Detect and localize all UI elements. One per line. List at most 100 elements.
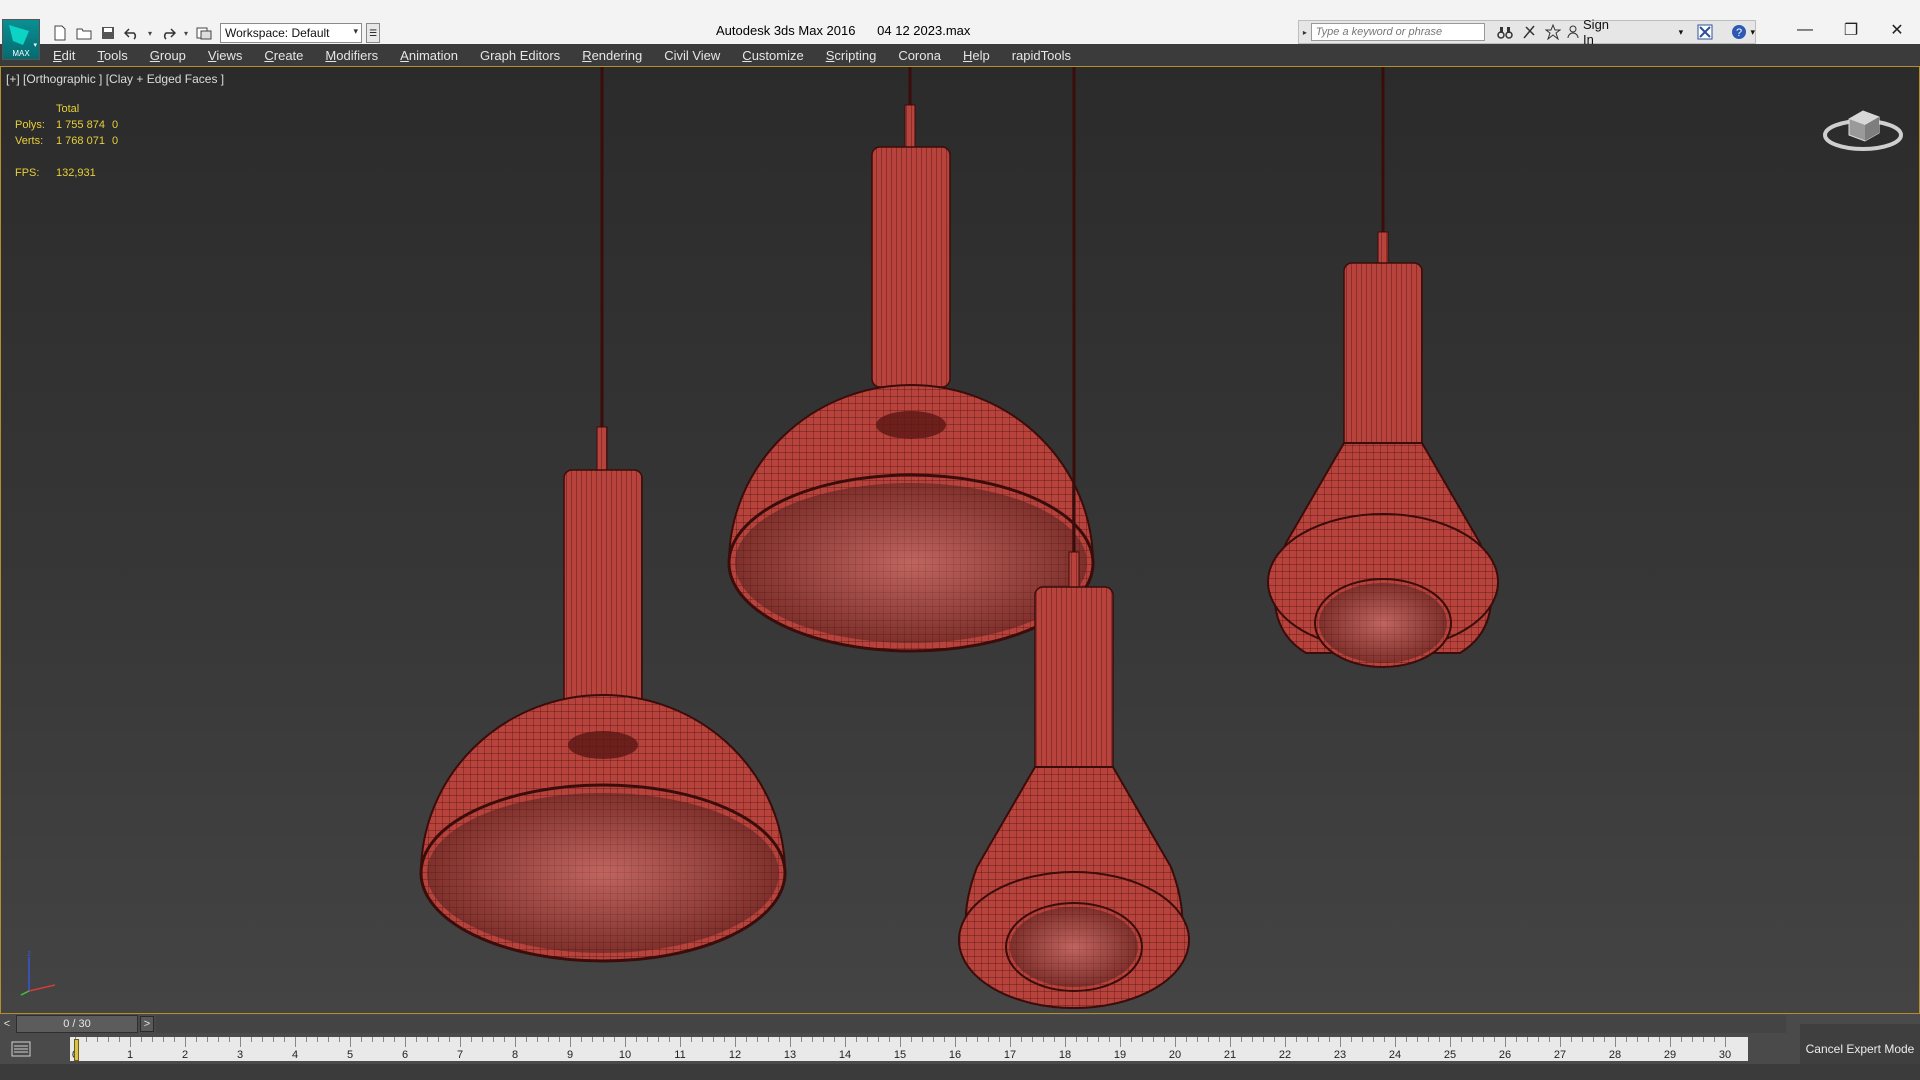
ruler-tick bbox=[1010, 1037, 1011, 1047]
ruler-tick bbox=[1252, 1037, 1253, 1042]
menu-corona[interactable]: Corona bbox=[898, 48, 941, 63]
help-dropdown-icon[interactable]: ▾ bbox=[1750, 27, 1755, 38]
save-button[interactable] bbox=[98, 23, 118, 43]
ruler-tick bbox=[284, 1037, 285, 1042]
time-slider-track[interactable] bbox=[156, 1015, 1786, 1033]
open-mini-curve-editor-button[interactable] bbox=[10, 1039, 32, 1059]
ruler-tick bbox=[493, 1037, 494, 1042]
dome-lamp-left[interactable] bbox=[419, 67, 787, 963]
ruler-tick bbox=[1076, 1037, 1077, 1042]
sign-in-label: Sign In bbox=[1583, 17, 1610, 47]
viewport-label[interactable]: [+] [Orthographic ] [Clay + Edged Faces … bbox=[6, 72, 224, 86]
ruler-tick bbox=[988, 1037, 989, 1042]
expand-triangle-icon[interactable]: ▸ bbox=[1299, 28, 1311, 37]
ruler-tick bbox=[658, 1037, 659, 1042]
ruler-tick bbox=[779, 1037, 780, 1042]
sign-in-dropdown-icon[interactable]: ▾ bbox=[1679, 27, 1684, 38]
subscription-center-icon[interactable] bbox=[1521, 24, 1537, 40]
exchange-apps-icon[interactable] bbox=[1697, 24, 1713, 40]
close-button[interactable]: ✕ bbox=[1874, 12, 1920, 48]
ruler-tick bbox=[1131, 1037, 1132, 1042]
ruler-tick bbox=[1670, 1037, 1671, 1047]
menu-views[interactable]: Views bbox=[208, 48, 242, 63]
next-frame-button[interactable]: > bbox=[140, 1016, 154, 1032]
dome-lamp-center[interactable] bbox=[727, 67, 1095, 653]
ruler-tick bbox=[757, 1037, 758, 1042]
ruler-tick-label: 5 bbox=[346, 1049, 354, 1061]
ruler-tick bbox=[460, 1037, 461, 1047]
undo-button[interactable] bbox=[122, 23, 142, 43]
menu-animation[interactable]: Animation bbox=[400, 48, 458, 63]
ruler-tick bbox=[537, 1037, 538, 1042]
menu-modifiers[interactable]: Modifiers bbox=[325, 48, 378, 63]
sign-in-button[interactable]: Sign In bbox=[1567, 17, 1622, 47]
ruler-tick bbox=[680, 1037, 681, 1047]
binoculars-icon[interactable] bbox=[1497, 24, 1514, 40]
ruler-tick bbox=[636, 1037, 637, 1042]
ruler-tick-label: 27 bbox=[1553, 1049, 1567, 1061]
ruler-tick bbox=[1549, 1037, 1550, 1042]
new-file-button[interactable] bbox=[50, 23, 70, 43]
menu-rendering[interactable]: Rendering bbox=[582, 48, 642, 63]
current-frame-marker[interactable] bbox=[74, 1039, 79, 1061]
help-icon[interactable]: ? bbox=[1731, 24, 1747, 40]
ruler-tick bbox=[669, 1037, 670, 1042]
curve-editor-icon bbox=[11, 1041, 31, 1057]
ruler-tick bbox=[1494, 1037, 1495, 1042]
ruler-tick bbox=[999, 1037, 1000, 1042]
ruler-tick bbox=[878, 1037, 879, 1042]
ruler-tick bbox=[405, 1037, 406, 1047]
minimize-button[interactable]: — bbox=[1782, 12, 1828, 48]
ruler-tick bbox=[1340, 1037, 1341, 1047]
ruler-tick bbox=[416, 1037, 417, 1042]
menu-rapidtools[interactable]: rapidTools bbox=[1012, 48, 1071, 63]
ruler-tick bbox=[1362, 1037, 1363, 1042]
menu-edit[interactable]: Edit bbox=[53, 48, 75, 63]
undo-dropdown-icon[interactable]: ▾ bbox=[146, 29, 154, 38]
menu-customize[interactable]: Customize bbox=[742, 48, 803, 63]
workspace-dropdown[interactable]: Workspace: Default ▾ bbox=[220, 23, 362, 43]
viewcube-icon[interactable] bbox=[1821, 97, 1905, 157]
ruler-tick bbox=[1307, 1037, 1308, 1042]
ruler-tick-label: 6 bbox=[401, 1049, 409, 1061]
axis-tripod-icon: z bbox=[20, 951, 56, 996]
menu-group[interactable]: Group bbox=[150, 48, 186, 63]
restore-button[interactable]: ❐ bbox=[1828, 12, 1874, 48]
ruler-tick bbox=[394, 1037, 395, 1042]
application-menu-button[interactable]: ▾ MAX bbox=[2, 19, 40, 60]
ruler-tick bbox=[922, 1037, 923, 1042]
ruler-tick-label: 8 bbox=[511, 1049, 519, 1061]
bell-lamp-right[interactable] bbox=[1267, 67, 1499, 668]
stats-total-label: Total bbox=[56, 103, 80, 115]
search-input[interactable] bbox=[1310, 23, 1486, 41]
previous-frame-button[interactable]: < bbox=[0, 1016, 14, 1032]
project-folder-button[interactable] bbox=[194, 23, 214, 43]
frame-ruler[interactable]: 0123456789101112131415161718192021222324… bbox=[70, 1037, 1748, 1061]
menu-scripting[interactable]: Scripting bbox=[826, 48, 877, 63]
ruler-tick bbox=[317, 1037, 318, 1042]
menu-civil-view[interactable]: Civil View bbox=[664, 48, 720, 63]
perspective-viewport[interactable]: [+] [Orthographic ] [Clay + Edged Faces … bbox=[0, 66, 1920, 1014]
ruler-tick bbox=[339, 1037, 340, 1042]
menu-tools[interactable]: Tools bbox=[97, 48, 127, 63]
redo-dropdown-icon[interactable]: ▾ bbox=[182, 29, 190, 38]
ruler-tick bbox=[1483, 1037, 1484, 1042]
ruler-tick-label: 26 bbox=[1498, 1049, 1512, 1061]
ruler-tick bbox=[1109, 1037, 1110, 1042]
redo-button[interactable] bbox=[158, 23, 178, 43]
ruler-tick-label: 15 bbox=[893, 1049, 907, 1061]
ruler-tick bbox=[1087, 1037, 1088, 1042]
open-file-button[interactable] bbox=[74, 23, 94, 43]
ruler-tick-label: 28 bbox=[1608, 1049, 1622, 1061]
ruler-tick bbox=[845, 1037, 846, 1047]
ruler-tick bbox=[933, 1037, 934, 1042]
menu-create[interactable]: Create bbox=[264, 48, 303, 63]
customize-toolbar-button[interactable]: ☰ bbox=[366, 23, 380, 43]
ruler-tick-label: 24 bbox=[1388, 1049, 1402, 1061]
undo-icon bbox=[124, 28, 137, 40]
menu-graph-editors[interactable]: Graph Editors bbox=[480, 48, 560, 63]
menu-help[interactable]: Help bbox=[963, 48, 990, 63]
time-slider-thumb[interactable]: 0 / 30 bbox=[16, 1015, 138, 1033]
star-icon[interactable] bbox=[1545, 24, 1562, 40]
ruler-tick-label: 11 bbox=[674, 1049, 686, 1061]
